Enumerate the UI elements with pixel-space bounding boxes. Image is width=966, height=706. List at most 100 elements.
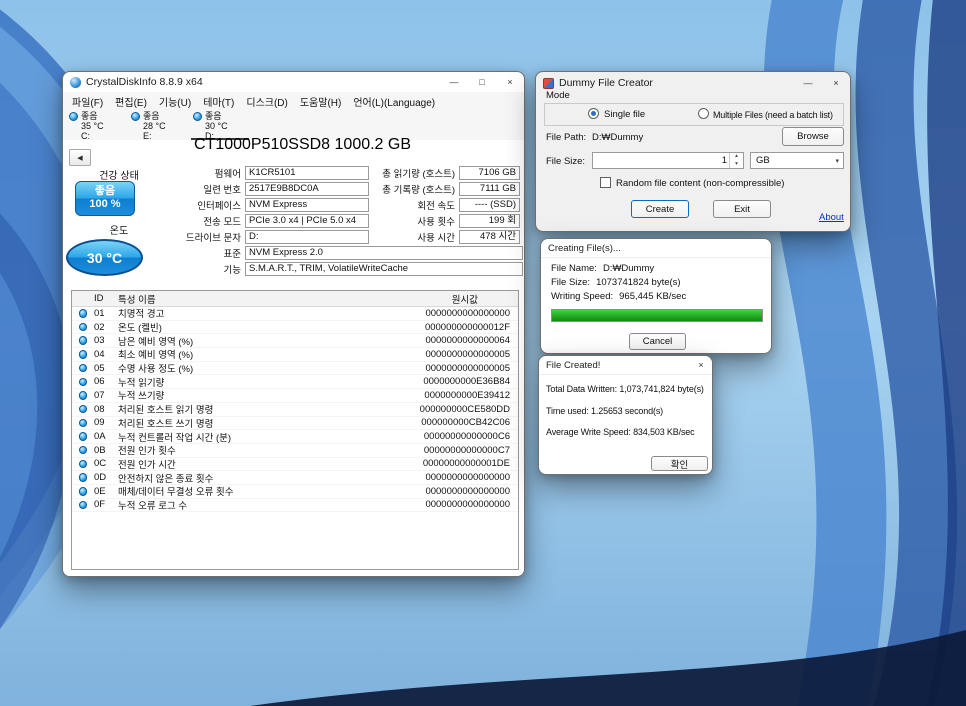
file-created-title: File Created! [546, 360, 600, 371]
time-used-text: Time used: 1.25653 second(s) [546, 406, 710, 416]
status-dot-icon [79, 323, 88, 332]
attribute-name: 남은 예비 영역 (%) [118, 334, 368, 348]
about-link[interactable]: About [819, 212, 844, 223]
drive-temperature: 28 °C [131, 122, 185, 132]
usage-label: 총 읽기량 (호스트) [351, 166, 459, 180]
smart-attribute-row[interactable]: 0E 매체/데이터 무결성 오류 횟수 0000000000000000 [72, 485, 518, 499]
smart-attribute-row[interactable]: 01 치명적 경고 0000000000000000 [72, 307, 518, 321]
status-dot-icon [79, 309, 88, 318]
attribute-id: 05 [94, 363, 118, 374]
multiple-files-radio[interactable] [698, 108, 709, 119]
smart-attribute-row[interactable]: 05 수명 사용 정도 (%) 0000000000000005 [72, 362, 518, 376]
attribute-name: 수명 사용 정도 (%) [118, 361, 368, 375]
usage-value: 199 회 [459, 214, 520, 228]
attribute-id: 06 [94, 376, 118, 387]
usage-label: 사용 횟수 [351, 214, 459, 228]
usage-row: 사용 횟수 199 회 [351, 213, 520, 229]
attribute-raw-value: 0000000000000000 [368, 486, 518, 497]
progress-window-title: Creating File(s)... [548, 243, 621, 254]
menu-item[interactable]: 언어(L)(Language) [348, 94, 440, 109]
minimize-icon[interactable]: — [440, 72, 468, 92]
file-created-titlebar[interactable]: File Created! × [539, 356, 712, 375]
previous-drive-button[interactable]: ◀ [69, 149, 91, 166]
menu-item[interactable]: 파일(F) [67, 94, 108, 109]
ok-button[interactable]: 확인 [651, 456, 708, 471]
file-size-spinner: ▴ ▾ [729, 153, 743, 168]
attribute-id: 01 [94, 308, 118, 319]
menu-item[interactable]: 기능(U) [154, 94, 196, 109]
multiple-files-radio-label[interactable]: Multiple Files (need a batch list) [713, 110, 833, 120]
smart-attribute-row[interactable]: 08 처리된 호스트 읽기 명령 000000000CE580DD [72, 403, 518, 417]
attribute-name: 누적 오류 로그 수 [118, 498, 368, 512]
smart-attribute-row[interactable]: 0F 누적 오류 로그 수 0000000000000000 [72, 499, 518, 513]
attribute-raw-value: 0000000000000000 [368, 472, 518, 483]
status-dot-icon [131, 112, 140, 121]
attribute-id: 0B [94, 445, 118, 456]
file-size-value: 1 [593, 155, 729, 166]
status-dot-icon [79, 405, 88, 414]
file-size-unit-select[interactable]: GB ▾ [750, 152, 844, 169]
smart-attribute-row[interactable]: 0D 안전하지 않은 종료 횟수 0000000000000000 [72, 471, 518, 485]
attribute-raw-value: 00000000000000C7 [368, 445, 518, 456]
menu-item[interactable]: 테마(T) [198, 94, 239, 109]
spinner-down-icon[interactable]: ▾ [730, 161, 743, 169]
smart-attribute-row[interactable]: 03 남은 예비 영역 (%) 0000000000000064 [72, 334, 518, 348]
status-dot-icon [79, 378, 88, 387]
health-status-button[interactable]: 좋음 100 % [75, 181, 135, 216]
health-status-value: 좋음 [76, 185, 134, 198]
progress-speed-row: Writing Speed: 965,445 KB/sec [551, 291, 686, 302]
combo-arrow-icon: ▾ [835, 157, 843, 165]
menu-item[interactable]: 편집(E) [110, 94, 152, 109]
exit-button[interactable]: Exit [713, 200, 771, 218]
smart-attribute-row[interactable]: 06 누적 읽기량 0000000000E36B84 [72, 375, 518, 389]
minimize-icon[interactable]: — [794, 72, 822, 94]
close-icon[interactable]: × [690, 360, 712, 370]
smart-attribute-row[interactable]: 02 온도 (켈빈) 000000000000012F [72, 321, 518, 335]
attribute-raw-value: 0000000000000000 [368, 499, 518, 510]
smart-attribute-row[interactable]: 0B 전원 인가 횟수 00000000000000C7 [72, 444, 518, 458]
browse-button[interactable]: Browse [782, 127, 844, 146]
progress-file-size-row: File Size: 1073741824 byte(s) [551, 277, 681, 288]
progress-file-name-row: File Name: D:₩Dummy [551, 263, 654, 274]
single-file-radio[interactable] [588, 108, 599, 119]
attribute-raw-value: 0000000000000064 [368, 335, 518, 346]
close-icon[interactable]: × [496, 72, 524, 92]
info-label: 기능 [141, 262, 245, 276]
smart-attribute-row[interactable]: 09 처리된 호스트 쓰기 명령 000000000CB42C06 [72, 417, 518, 431]
creating-files-window: Creating File(s)... File Name: D:₩Dummy … [540, 238, 772, 354]
random-content-checkbox[interactable] [600, 177, 611, 188]
random-content-checkbox-label[interactable]: Random file content (non-compressible) [616, 178, 784, 189]
attribute-name: 최소 예비 영역 (%) [118, 347, 368, 361]
usage-row: 총 기록량 (호스트) 7111 GB [351, 181, 520, 197]
file-path-input[interactable]: D:₩Dummy [592, 132, 643, 143]
usage-value: 7106 GB [459, 166, 520, 180]
attribute-name: 안전하지 않은 종료 횟수 [118, 471, 368, 485]
create-button[interactable]: Create [631, 200, 689, 218]
cancel-button[interactable]: Cancel [629, 333, 686, 350]
menu-item[interactable]: 디스크(D) [241, 94, 292, 109]
status-dot-icon [79, 391, 88, 400]
file-path-label: File Path: [546, 132, 586, 143]
smart-attribute-row[interactable]: 0A 누적 컨트롤러 작업 시간 (분) 00000000000000C6 [72, 430, 518, 444]
maximize-icon[interactable]: □ [468, 72, 496, 92]
usage-value: ---- (SSD) [459, 198, 520, 212]
attribute-name: 누적 읽기량 [118, 375, 368, 389]
status-dot-icon [79, 446, 88, 455]
dfc-titlebar[interactable]: Dummy File Creator — × [536, 72, 850, 94]
dfc-app-icon [543, 78, 554, 89]
progress-titlebar[interactable]: Creating File(s)... [541, 239, 771, 258]
menu-item[interactable]: 도움말(H) [295, 94, 346, 109]
close-icon[interactable]: × [822, 72, 850, 94]
attribute-name: 전원 인가 시간 [118, 457, 368, 471]
smart-attribute-row[interactable]: 04 최소 예비 영역 (%) 0000000000000005 [72, 348, 518, 362]
file-size-input[interactable]: 1 ▴ ▾ [592, 152, 744, 169]
usage-label: 총 기록량 (호스트) [351, 182, 459, 196]
smart-attribute-row[interactable]: 07 누적 쓰기량 0000000000E39412 [72, 389, 518, 403]
smart-attribute-row[interactable]: 0C 전원 인가 시간 00000000000001DE [72, 458, 518, 472]
smart-table-header: ID 특성 이름 원시값 [72, 291, 518, 307]
progress-bar-fill [552, 310, 762, 321]
info-value: NVM Express 2.0 [245, 246, 523, 260]
spinner-up-icon[interactable]: ▴ [730, 153, 743, 161]
cdi-titlebar[interactable]: CrystalDiskInfo 8.8.9 x64 — □ × [63, 72, 524, 92]
single-file-radio-label[interactable]: Single file [604, 109, 645, 120]
